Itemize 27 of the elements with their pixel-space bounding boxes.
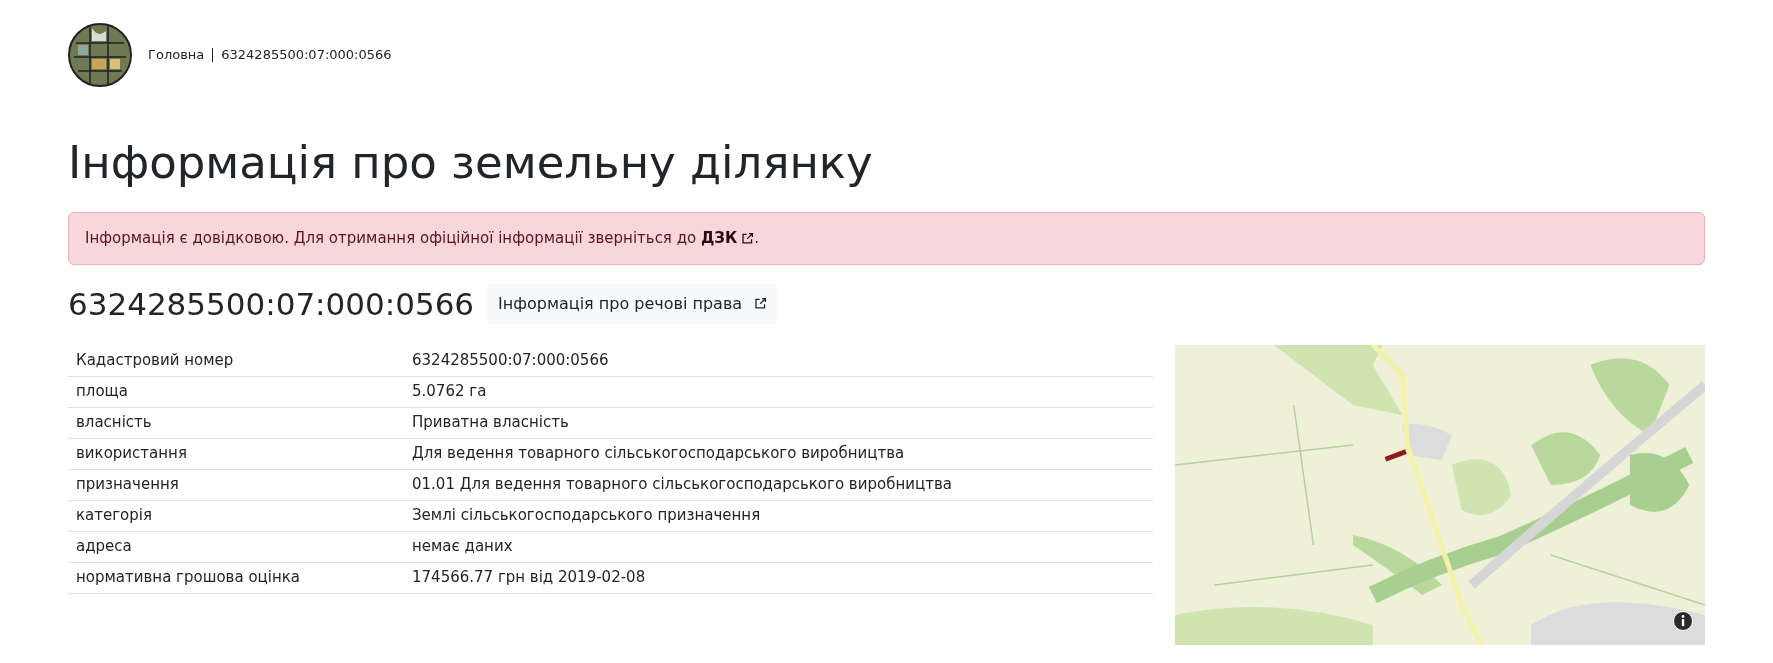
row-label: адреса	[68, 531, 404, 562]
row-value: 5.0762 га	[404, 376, 1153, 407]
row-value: 01.01 Для ведення товарного сільськогосподарського виробництва	[404, 469, 1153, 500]
row-label: власність	[68, 407, 404, 438]
row-label: категорія	[68, 500, 404, 531]
row-label: призначення	[68, 469, 404, 500]
rights-info-button[interactable]: Інформація про речові права	[486, 283, 780, 324]
row-value: Для ведення товарного сільськогосподарського виробництва	[404, 438, 1153, 469]
row-label: площа	[68, 376, 404, 407]
row-value: Землі сільськогосподарського призначення	[404, 500, 1153, 531]
row-label: нормативна грошова оцінка	[68, 562, 404, 593]
row-label: Кадастровий номер	[68, 345, 404, 376]
row-value: Приватна власність	[404, 407, 1153, 438]
logo-icon	[68, 23, 132, 87]
row-label: використання	[68, 438, 404, 469]
external-link-icon	[741, 231, 755, 245]
row-value: 174566.77 грн від 2019-02-08	[404, 562, 1153, 593]
cadastral-heading: 6324285500:07:000:0566	[68, 284, 475, 324]
map-info-icon[interactable]	[1673, 611, 1693, 631]
alert-text: Інформація є довідковою. Для отримання офіційної інформації зверніться до ДЗК .	[85, 229, 760, 247]
breadcrumb-item: 6324285500:07:000:0566	[221, 46, 392, 65]
breadcrumb-item[interactable]: Головна	[148, 45, 205, 65]
page-title: Інформація про земельну ділянку	[68, 136, 874, 190]
external-link-icon	[754, 297, 768, 311]
row-value: немає даних	[404, 531, 1153, 562]
dzk-link[interactable]: ДЗК	[701, 227, 755, 250]
row-value: 6324285500:07:000:0566	[404, 345, 1153, 376]
